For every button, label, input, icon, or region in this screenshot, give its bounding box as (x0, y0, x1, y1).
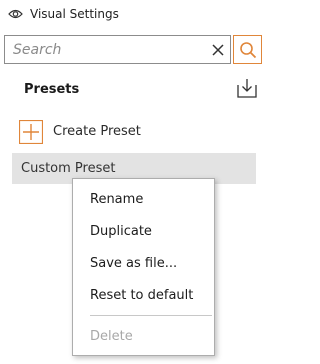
menu-item-save-as-file[interactable]: Save as file... (73, 249, 214, 279)
download-icon[interactable] (236, 77, 258, 99)
create-preset-label: Create Preset (53, 124, 141, 139)
menu-item-delete: Delete (73, 322, 214, 352)
search-box (4, 35, 231, 64)
plus-icon (19, 120, 43, 144)
menu-item-label: Rename (90, 192, 144, 207)
menu-item-rename[interactable]: Rename (73, 185, 214, 215)
search-button[interactable] (233, 35, 262, 64)
menu-separator (90, 315, 212, 316)
create-preset-button[interactable]: Create Preset (19, 120, 179, 144)
preset-item-label: Custom Preset (21, 161, 116, 176)
menu-item-label: Reset to default (90, 288, 194, 303)
eye-icon (8, 9, 23, 19)
presets-heading: Presets (24, 82, 80, 97)
title-bar: Visual Settings (0, 0, 264, 30)
menu-item-label: Duplicate (90, 224, 152, 239)
close-icon[interactable] (210, 42, 226, 58)
menu-item-duplicate[interactable]: Duplicate (73, 217, 214, 247)
context-menu: Rename Duplicate Save as file... Reset t… (72, 178, 215, 356)
menu-item-reset-to-default[interactable]: Reset to default (73, 281, 214, 311)
search-icon (240, 42, 257, 59)
menu-item-label: Delete (90, 329, 133, 344)
search-input[interactable] (5, 36, 203, 63)
window-title: Visual Settings (30, 7, 119, 21)
menu-item-label: Save as file... (90, 256, 178, 271)
